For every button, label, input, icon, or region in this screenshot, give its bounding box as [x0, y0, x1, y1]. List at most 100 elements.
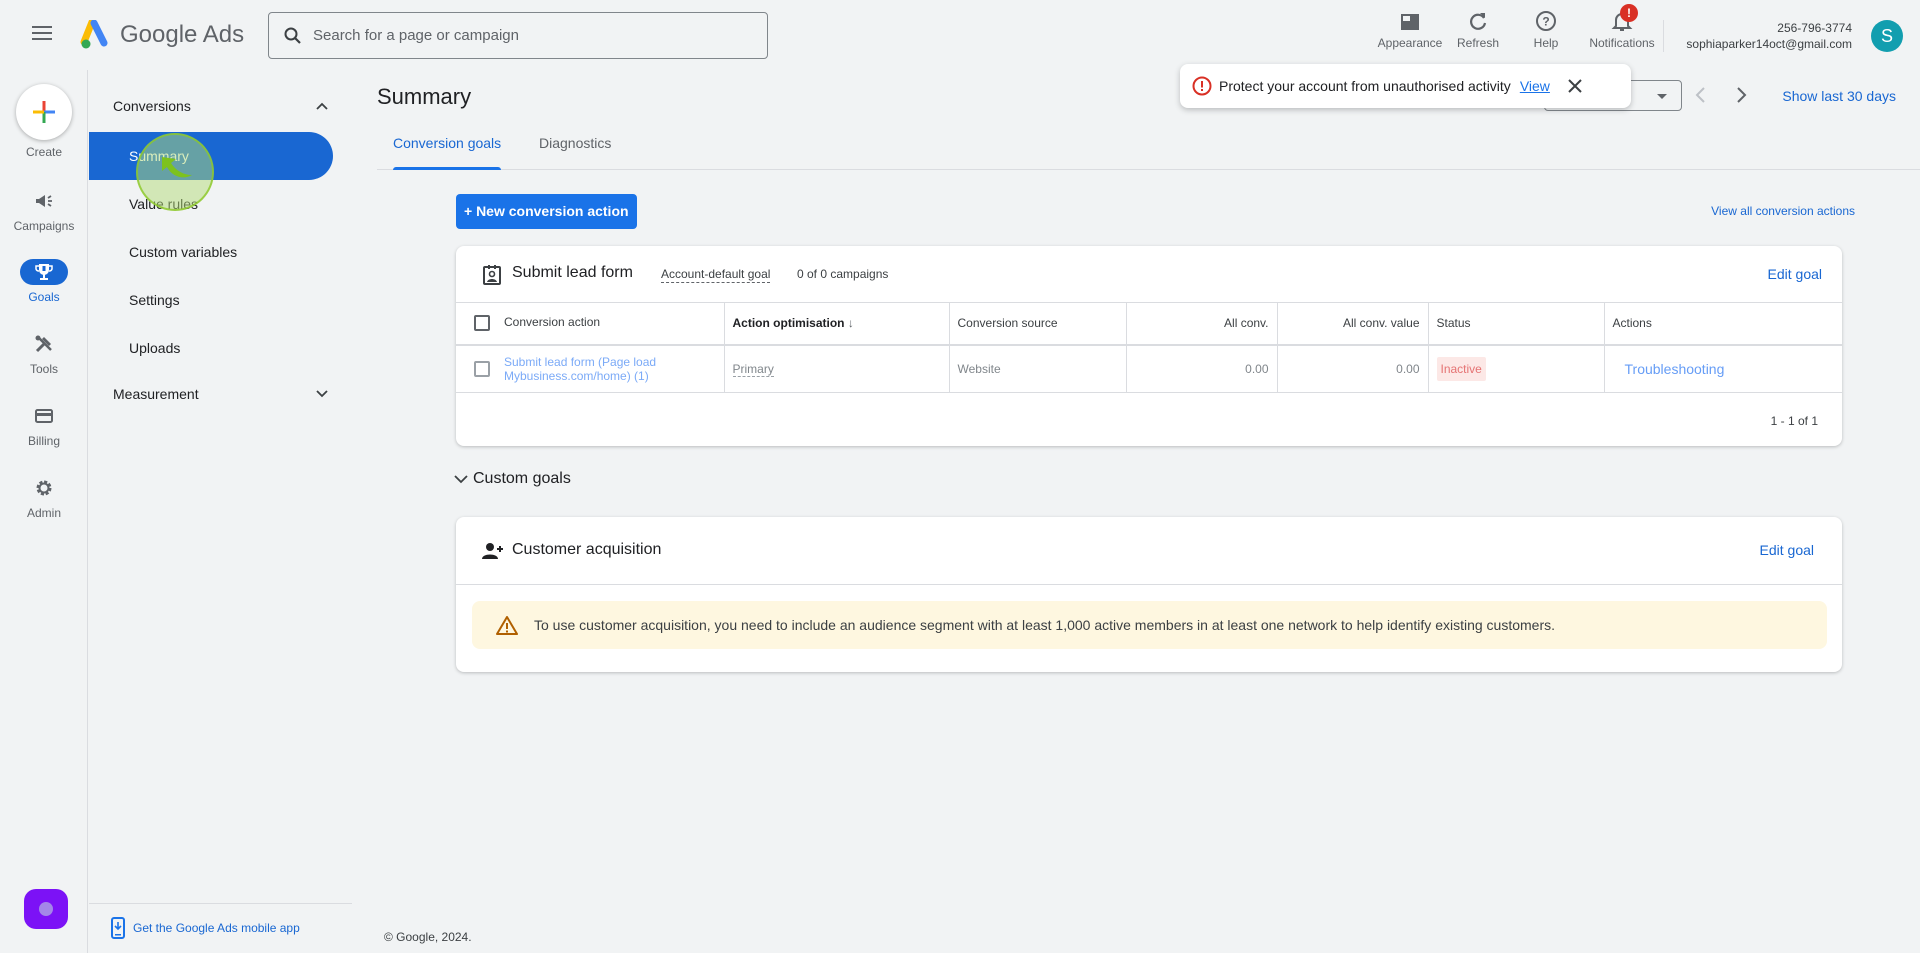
column-header-all-conv-value[interactable]: All conv. value — [1277, 302, 1429, 346]
edit-goal-button[interactable]: Edit goal — [1760, 542, 1814, 558]
tab-conversion-goals[interactable]: Conversion goals — [377, 126, 517, 170]
subnav-group-measurement[interactable]: Measurement — [113, 386, 328, 402]
toast-view-link[interactable]: View — [1520, 78, 1550, 94]
rail-item-billing[interactable]: Billing — [0, 403, 88, 448]
column-label: Conversion action — [504, 315, 601, 330]
subnav-item-value-rules[interactable]: Value rules — [89, 180, 333, 228]
subnav-group-conversions[interactable]: Conversions — [113, 98, 328, 114]
rail-item-campaigns[interactable]: Campaigns — [0, 188, 88, 233]
search-icon — [284, 27, 301, 44]
next-period-button[interactable] — [1731, 84, 1751, 106]
security-toast: Protect your account from unauthorised a… — [1180, 64, 1631, 108]
rail-item-tools[interactable]: Tools — [0, 331, 88, 376]
main-menu-button[interactable] — [32, 26, 52, 42]
account-default-goal-chip[interactable]: Account-default goal — [661, 267, 771, 283]
goal-card-header: Submit lead form Account-default goal 0 … — [456, 246, 1842, 302]
view-all-conversion-actions-link[interactable]: View all conversion actions — [1711, 204, 1855, 218]
cell-all-conv-value: 0.00 — [1277, 344, 1429, 393]
avatar[interactable]: S — [1871, 20, 1903, 52]
google-ads-logo[interactable]: Google Ads — [80, 20, 244, 50]
chevron-down-icon — [454, 475, 468, 484]
person-add-icon — [482, 543, 503, 559]
rail-item-goals[interactable]: Goals — [0, 259, 88, 304]
table-row: Submit lead form (Page load Mybusiness.c… — [456, 344, 1842, 393]
error-icon — [1192, 76, 1212, 96]
account-phone: 256-796-3774 — [1777, 21, 1852, 35]
rail-item-admin[interactable]: Admin — [0, 475, 88, 520]
refresh-icon — [1470, 13, 1487, 30]
column-header-conversion-action[interactable]: Conversion action — [456, 302, 725, 346]
subnav-item-settings[interactable]: Settings — [89, 276, 333, 324]
appearance-label: Appearance — [1377, 36, 1443, 50]
pagination-info: 1 - 1 of 1 — [1770, 414, 1818, 428]
credit-card-icon — [35, 409, 53, 423]
notifications-button[interactable]: ! Notifications — [1580, 4, 1664, 50]
column-header-all-conv[interactable]: All conv. — [1126, 302, 1278, 346]
column-label: Status — [1436, 316, 1471, 331]
select-all-checkbox[interactable] — [474, 315, 490, 332]
audience-warning: To use customer acquisition, you need to… — [472, 601, 1827, 649]
goal-title: Submit lead form — [512, 264, 633, 281]
cell-status: Inactive — [1428, 344, 1605, 393]
cell-all-conv: 0.00 — [1126, 344, 1278, 393]
customer-acquisition-card: Customer acquisition Edit goal To use cu… — [456, 517, 1842, 672]
column-header-action-optimisation[interactable]: Action optimisation ↓ — [724, 302, 950, 346]
custom-goals-toggle[interactable]: Custom goals — [453, 470, 571, 488]
appearance-icon — [1401, 14, 1419, 30]
column-header-conversion-source[interactable]: Conversion source — [949, 302, 1127, 346]
column-header-actions: Actions — [1604, 302, 1842, 346]
left-rail: Create Campaigns Goals Tools Billing Adm… — [0, 70, 88, 953]
notification-badge: ! — [1620, 4, 1638, 22]
previous-period-button[interactable] — [1691, 84, 1711, 106]
column-header-status[interactable]: Status — [1428, 302, 1605, 346]
gear-icon — [36, 480, 52, 496]
column-label: All conv. value — [1343, 316, 1420, 331]
show-last-30-days-link[interactable]: Show last 30 days — [1782, 88, 1896, 104]
new-conversion-action-button[interactable]: + New conversion action — [456, 194, 637, 229]
top-bar: Google Ads Appearance Refresh ? Help ! N… — [0, 0, 1920, 70]
search-input[interactable] — [313, 27, 733, 44]
customer-acquisition-title: Customer acquisition — [512, 541, 662, 558]
mobile-app-link[interactable]: Get the Google Ads mobile app — [111, 917, 300, 939]
goal-campaigns-count: 0 of 0 campaigns — [797, 267, 889, 281]
help-button[interactable]: ? Help — [1512, 10, 1580, 50]
close-icon[interactable] — [1566, 77, 1584, 95]
customer-card-header: Customer acquisition Edit goal — [456, 517, 1842, 585]
refresh-button[interactable]: Refresh — [1444, 10, 1512, 50]
subnav-item-uploads[interactable]: Uploads — [89, 324, 333, 372]
search-box[interactable] — [268, 12, 768, 59]
assistant-chat-button[interactable] — [24, 889, 68, 929]
tab-diagnostics[interactable]: Diagnostics — [523, 126, 627, 170]
subnav-group-label: Conversions — [113, 98, 191, 114]
copyright: © Google, 2024. — [384, 930, 472, 944]
troubleshooting-link[interactable]: Troubleshooting — [1613, 361, 1725, 377]
cell-action-optimisation: Primary — [724, 344, 950, 393]
column-label: All conv. — [1224, 316, 1269, 331]
mobile-app-label: Get the Google Ads mobile app — [133, 921, 300, 935]
page-title: Summary — [377, 84, 472, 109]
warning-text: To use customer acquisition, you need to… — [534, 617, 1556, 633]
subnav-item-summary[interactable]: Summary — [89, 132, 333, 180]
conversion-action-link[interactable]: Submit lead form (Page load Mybusiness.c… — [504, 355, 716, 383]
subnav-divider — [89, 903, 352, 904]
sort-down-icon: ↓ — [847, 316, 854, 331]
create-button[interactable] — [16, 84, 72, 140]
google-ads-logo-icon — [80, 20, 108, 49]
chevron-down-icon — [316, 390, 328, 398]
optimisation-value[interactable]: Primary — [732, 361, 774, 377]
top-divider — [1663, 20, 1664, 52]
secondary-nav: Conversions Summary Value rules Custom v… — [89, 70, 352, 953]
row-checkbox[interactable] — [474, 360, 490, 377]
warning-icon — [496, 616, 518, 635]
tools-icon — [35, 335, 52, 353]
megaphone-icon — [36, 195, 52, 207]
rail-label-campaigns: Campaigns — [13, 219, 75, 233]
subnav-item-custom-variables[interactable]: Custom variables — [89, 228, 333, 276]
cell-conversion-action: Submit lead form (Page load Mybusiness.c… — [456, 344, 725, 393]
plus-icon — [33, 101, 55, 123]
appearance-button[interactable]: Appearance — [1376, 10, 1444, 50]
account-info[interactable]: 256-796-3774 sophiaparker14oct@gmail.com — [1686, 20, 1852, 52]
status-badge: Inactive — [1436, 356, 1486, 381]
edit-goal-button[interactable]: Edit goal — [1768, 266, 1822, 282]
rail-label-admin: Admin — [26, 506, 61, 520]
